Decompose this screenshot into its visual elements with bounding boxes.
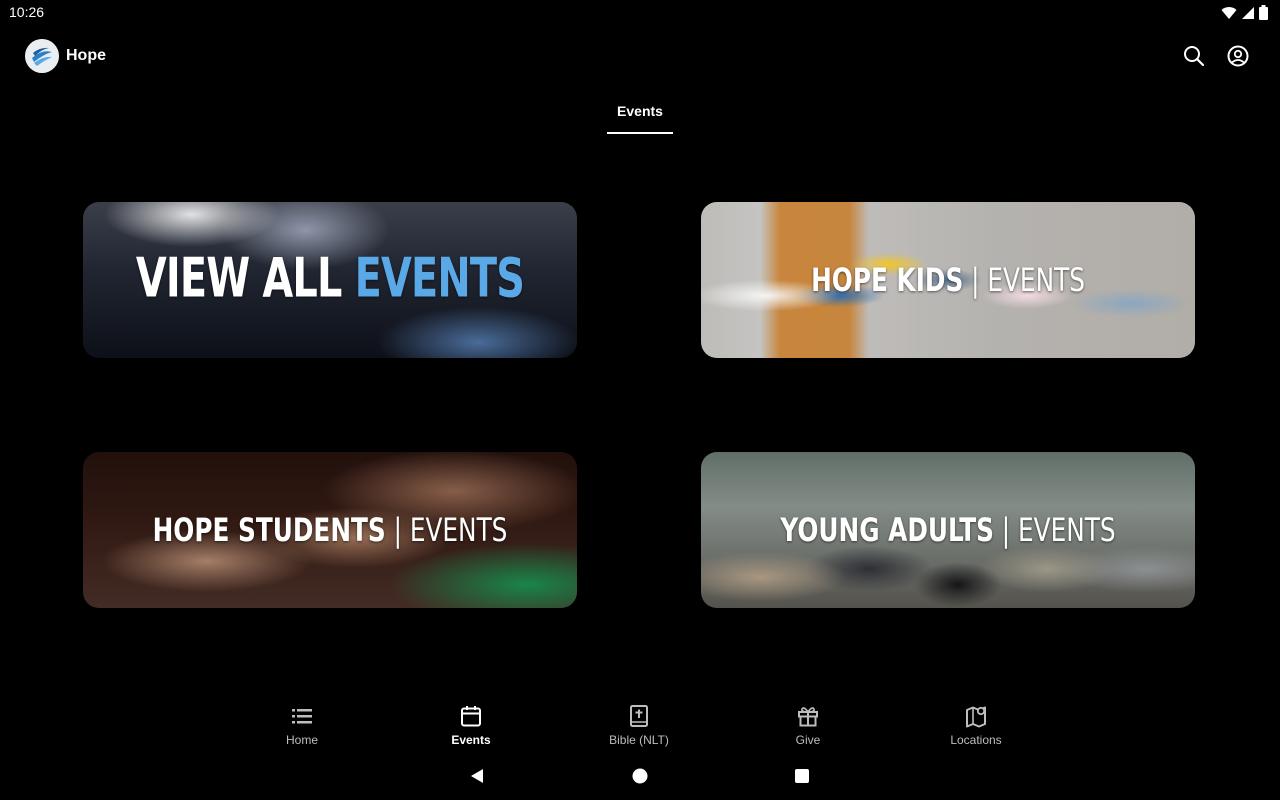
map-pin-icon: [966, 706, 986, 728]
app-bar: Hope: [0, 34, 1280, 78]
card-title-separator: |: [385, 511, 410, 549]
signal-icon: [1242, 6, 1254, 19]
battery-icon: [1259, 5, 1268, 20]
card-title: VIEW ALL EVENTS: [127, 247, 532, 310]
card-title-separator: |: [993, 511, 1018, 549]
nav-events[interactable]: Events: [416, 704, 526, 750]
account-icon: [1227, 45, 1249, 67]
account-button[interactable]: [1225, 43, 1251, 69]
status-bar: 10:26: [0, 0, 1280, 24]
nav-label: Home: [285, 733, 318, 747]
home-circle-icon[interactable]: [631, 767, 649, 785]
view-all-events-card[interactable]: VIEW ALL EVENTS: [83, 202, 577, 358]
card-title-main: YOUNG ADULTS: [780, 511, 994, 549]
card-title-main: HOPE KIDS: [811, 261, 964, 299]
hope-students-events-card[interactable]: HOPE STUDENTS | EVENTS: [83, 452, 577, 608]
tab-events[interactable]: Events: [607, 96, 673, 134]
tab-strip: Events: [0, 96, 1280, 136]
status-time: 10:26: [9, 4, 45, 20]
card-title-main: HOPE STUDENTS: [152, 511, 386, 549]
bible-icon: [630, 705, 648, 727]
card-title: HOPE STUDENTS | EVENTS: [118, 511, 543, 549]
card-title-accent: EVENTS: [354, 246, 525, 310]
card-title: HOPE KIDS | EVENTS: [736, 261, 1161, 299]
tab-label: Events: [617, 103, 663, 119]
hope-logo: [25, 39, 59, 73]
card-title-main: VIEW ALL: [135, 246, 355, 310]
card-title-secondary: EVENTS: [409, 511, 508, 549]
app-title: Hope: [66, 47, 106, 64]
young-adults-events-card[interactable]: YOUNG ADULTS | EVENTS: [701, 452, 1195, 608]
nav-bible[interactable]: Bible (NLT): [584, 704, 694, 750]
search-icon: [1184, 46, 1205, 67]
back-icon[interactable]: [468, 767, 486, 785]
gift-icon: [798, 707, 818, 727]
wifi-icon: [1221, 6, 1237, 19]
system-nav: [0, 760, 1280, 792]
card-title-secondary: EVENTS: [1017, 511, 1116, 549]
nav-label: Bible (NLT): [609, 733, 669, 747]
nav-locations[interactable]: Locations: [921, 704, 1031, 750]
card-title-separator: |: [963, 261, 988, 299]
bottom-nav: Home Events Bible (NLT) Give Locations: [0, 700, 1280, 752]
nav-label: Give: [795, 733, 821, 747]
nav-home[interactable]: Home: [247, 704, 357, 750]
nav-label: Locations: [950, 733, 1002, 747]
nav-give[interactable]: Give: [753, 704, 863, 750]
hope-kids-events-card[interactable]: HOPE KIDS | EVENTS: [701, 202, 1195, 358]
nav-label: Events: [451, 733, 491, 747]
list-icon: [292, 709, 312, 724]
status-icons: [1221, 5, 1268, 20]
card-title: YOUNG ADULTS | EVENTS: [736, 511, 1161, 549]
recents-icon[interactable]: [793, 767, 811, 785]
tab-indicator: [607, 132, 673, 134]
calendar-icon: [461, 706, 481, 727]
search-button[interactable]: [1181, 43, 1207, 69]
card-title-secondary: EVENTS: [987, 261, 1085, 299]
